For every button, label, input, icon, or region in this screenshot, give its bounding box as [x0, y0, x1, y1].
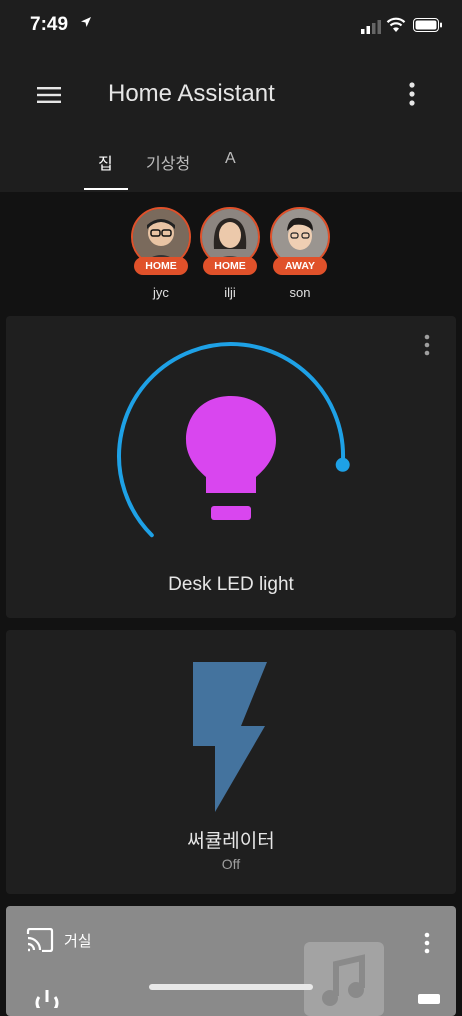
home-indicator — [149, 984, 313, 990]
badge-name: son — [289, 285, 311, 300]
music-icon — [304, 942, 384, 1016]
media-player-name: 거실 — [64, 933, 92, 950]
badge-name: jyc — [153, 285, 169, 300]
light-card: Desk LED light — [6, 316, 456, 618]
media-control-button[interactable] — [418, 994, 440, 1004]
tab-a[interactable]: A — [225, 150, 236, 168]
app-bar: Home Assistant 집 기상청 A — [0, 56, 462, 192]
switch-card: 써큘레이터 Off — [6, 630, 456, 894]
battery-icon — [413, 18, 442, 32]
cast-icon — [26, 928, 54, 952]
lightbulb-icon[interactable] — [186, 396, 276, 520]
person-badge-son[interactable]: AWAY son — [270, 207, 330, 300]
status-badge: HOME — [203, 257, 257, 275]
switch-state: Off — [221, 856, 241, 872]
view-tabs: 집 기상청 A — [0, 140, 462, 192]
menu-icon[interactable] — [36, 82, 62, 108]
more-vert-icon[interactable] — [417, 930, 437, 958]
person-badge-ilji[interactable]: HOME ilji — [200, 207, 260, 300]
page-title: Home Assistant — [108, 80, 275, 107]
status-badge: HOME — [134, 257, 188, 275]
tab-weather[interactable]: 기상청 — [146, 150, 190, 174]
location-arrow-icon — [81, 17, 91, 27]
badge-name: ilji — [224, 285, 236, 300]
power-icon[interactable] — [32, 988, 62, 1008]
flash-icon[interactable] — [191, 662, 269, 814]
light-name: Desk LED light — [168, 574, 294, 595]
brightness-slider-handle[interactable] — [335, 457, 350, 472]
person-badge-jyc[interactable]: HOME jyc — [131, 207, 191, 300]
status-badge: AWAY — [273, 257, 327, 275]
more-vert-icon[interactable] — [400, 80, 424, 108]
signal-icon — [361, 20, 381, 34]
status-time: 7:49 — [30, 14, 69, 35]
tab-home[interactable]: 집 — [98, 150, 113, 174]
switch-name: 써큘레이터 — [187, 831, 275, 852]
status-bar: 7:49 — [0, 0, 462, 56]
tab-indicator — [84, 188, 128, 190]
wifi-icon — [386, 17, 406, 32]
